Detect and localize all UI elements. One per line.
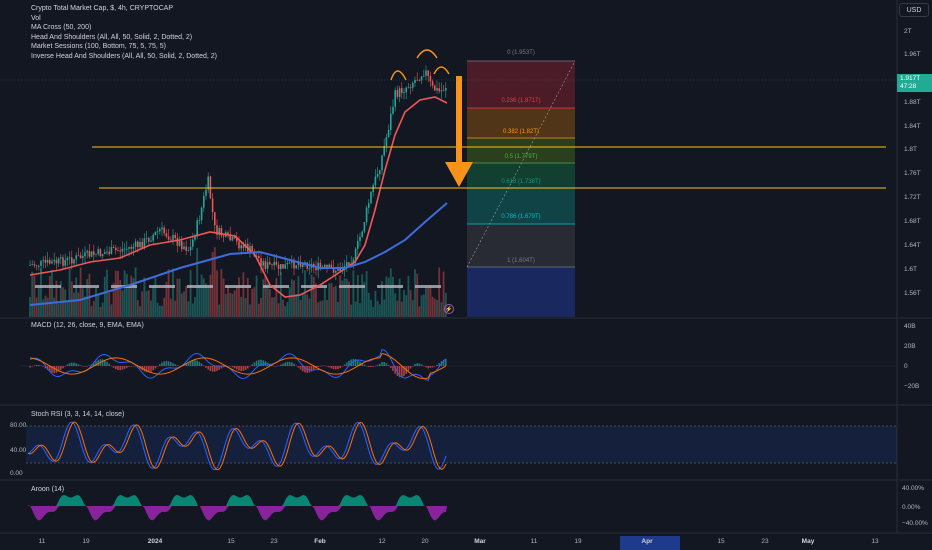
time-tick: 15 xyxy=(717,538,725,545)
current-price-tag: 1.917T 47:28 xyxy=(897,74,932,92)
price-tick: 1.96T xyxy=(904,51,921,58)
aroon-tick: −40.00% xyxy=(902,520,928,527)
legend-head-shoulders[interactable]: Head And Shoulders (All, All, 50, Solid,… xyxy=(31,33,217,43)
time-tick: 19 xyxy=(82,538,90,545)
time-tick: 11 xyxy=(38,538,46,545)
symbol-title[interactable]: Crypto Total Market Cap, $, 4h, CRYPTOCA… xyxy=(31,4,217,14)
fib-zone-1 xyxy=(467,267,575,317)
macd-tick: −20B xyxy=(904,383,920,390)
aroon-down-fill xyxy=(28,506,447,521)
time-tick: Feb xyxy=(314,538,326,545)
stoch-tick: 0.00 xyxy=(10,470,23,477)
aroon-tick: 40.00% xyxy=(902,485,925,492)
time-tick: 2024 xyxy=(147,538,163,545)
volume-bars xyxy=(29,247,447,317)
fib-label-0: 0 (1.953T) xyxy=(507,50,535,56)
right-shoulder-arc[interactable] xyxy=(433,66,450,75)
time-tick: 20 xyxy=(421,538,429,545)
aroon-tick: 0.00% xyxy=(902,504,921,511)
legend-vol[interactable]: Vol xyxy=(31,14,217,24)
current-price: 1.917T xyxy=(900,75,921,82)
time-tick: 23 xyxy=(761,538,769,545)
price-tick: 1.6T xyxy=(904,266,918,273)
time-tick: 13 xyxy=(871,538,879,545)
macd-title[interactable]: MACD (12, 26, close, 9, EMA, EMA) xyxy=(31,322,144,329)
aroon-title[interactable]: Aroon (14) xyxy=(31,486,64,493)
price-tick: 1.64T xyxy=(904,242,921,249)
time-tick: 19 xyxy=(574,538,582,545)
head-arc[interactable] xyxy=(416,49,438,59)
fib-label-0236: 0.236 (1.871T) xyxy=(501,98,541,104)
time-tick: 11 xyxy=(530,538,538,545)
time-tick: 12 xyxy=(378,538,386,545)
legend-ma-cross[interactable]: MA Cross (50, 200) xyxy=(31,23,217,33)
currency-button[interactable]: USD xyxy=(899,3,929,17)
time-tick: 15 xyxy=(227,538,235,545)
macd-tick: 20B xyxy=(904,343,916,350)
price-tick: 1.56T xyxy=(904,290,921,297)
fib-label-0786: 0.786 (1.679T) xyxy=(501,214,541,220)
market-sessions xyxy=(35,285,441,288)
indicator-legend: Crypto Total Market Cap, $, 4h, CRYPTOCA… xyxy=(31,4,217,62)
stoch-tick: 40.00 xyxy=(10,447,27,454)
bar-countdown: 47:28 xyxy=(900,83,917,90)
macd-tick: 40B xyxy=(904,323,916,330)
fib-label-05: 0.5 (1.779T) xyxy=(504,154,538,160)
fib-label-0618: 0.618 (1.738T) xyxy=(501,179,541,185)
time-tick: May xyxy=(801,538,815,545)
price-tick: 1.76T xyxy=(904,170,921,177)
price-tick: 1.68T xyxy=(904,218,921,225)
price-tick: 1.8T xyxy=(904,146,918,153)
chart-canvas[interactable] xyxy=(0,0,932,550)
stoch-band xyxy=(26,426,897,463)
macd-histogram xyxy=(29,358,447,378)
fib-label-0382: 0.382 (1.82T) xyxy=(502,129,540,135)
legend-market-sessions[interactable]: Market Sessions (100, Bottom, 75, 5, 75,… xyxy=(31,42,217,52)
time-tick: Mar xyxy=(474,538,486,545)
chart-window: Crypto Total Market Cap, $, 4h, CRYPTOCA… xyxy=(0,0,932,550)
macd-tick: 0 xyxy=(904,363,908,370)
legend-inverse-hs[interactable]: Inverse Head And Shoulders (All, All, 50… xyxy=(31,52,217,62)
aroon-up-fill xyxy=(28,494,447,506)
time-tick: 23 xyxy=(270,538,278,545)
price-tick: 1.84T xyxy=(904,123,921,130)
price-tick: 2T xyxy=(904,28,912,35)
ma-fast-line xyxy=(29,96,448,298)
stoch-title[interactable]: Stoch RSI (3, 3, 14, 14, close) xyxy=(31,411,124,418)
time-tick: Apr xyxy=(641,538,653,545)
stoch-tick: 80.00 xyxy=(10,422,27,429)
price-tick: 1.88T xyxy=(904,99,921,106)
fib-label-1: 1 (1.604T) xyxy=(507,258,535,264)
market-session-icon[interactable]: ⚡ xyxy=(444,304,454,314)
left-shoulder-arc[interactable] xyxy=(390,70,407,81)
price-tick: 1.72T xyxy=(904,194,921,201)
